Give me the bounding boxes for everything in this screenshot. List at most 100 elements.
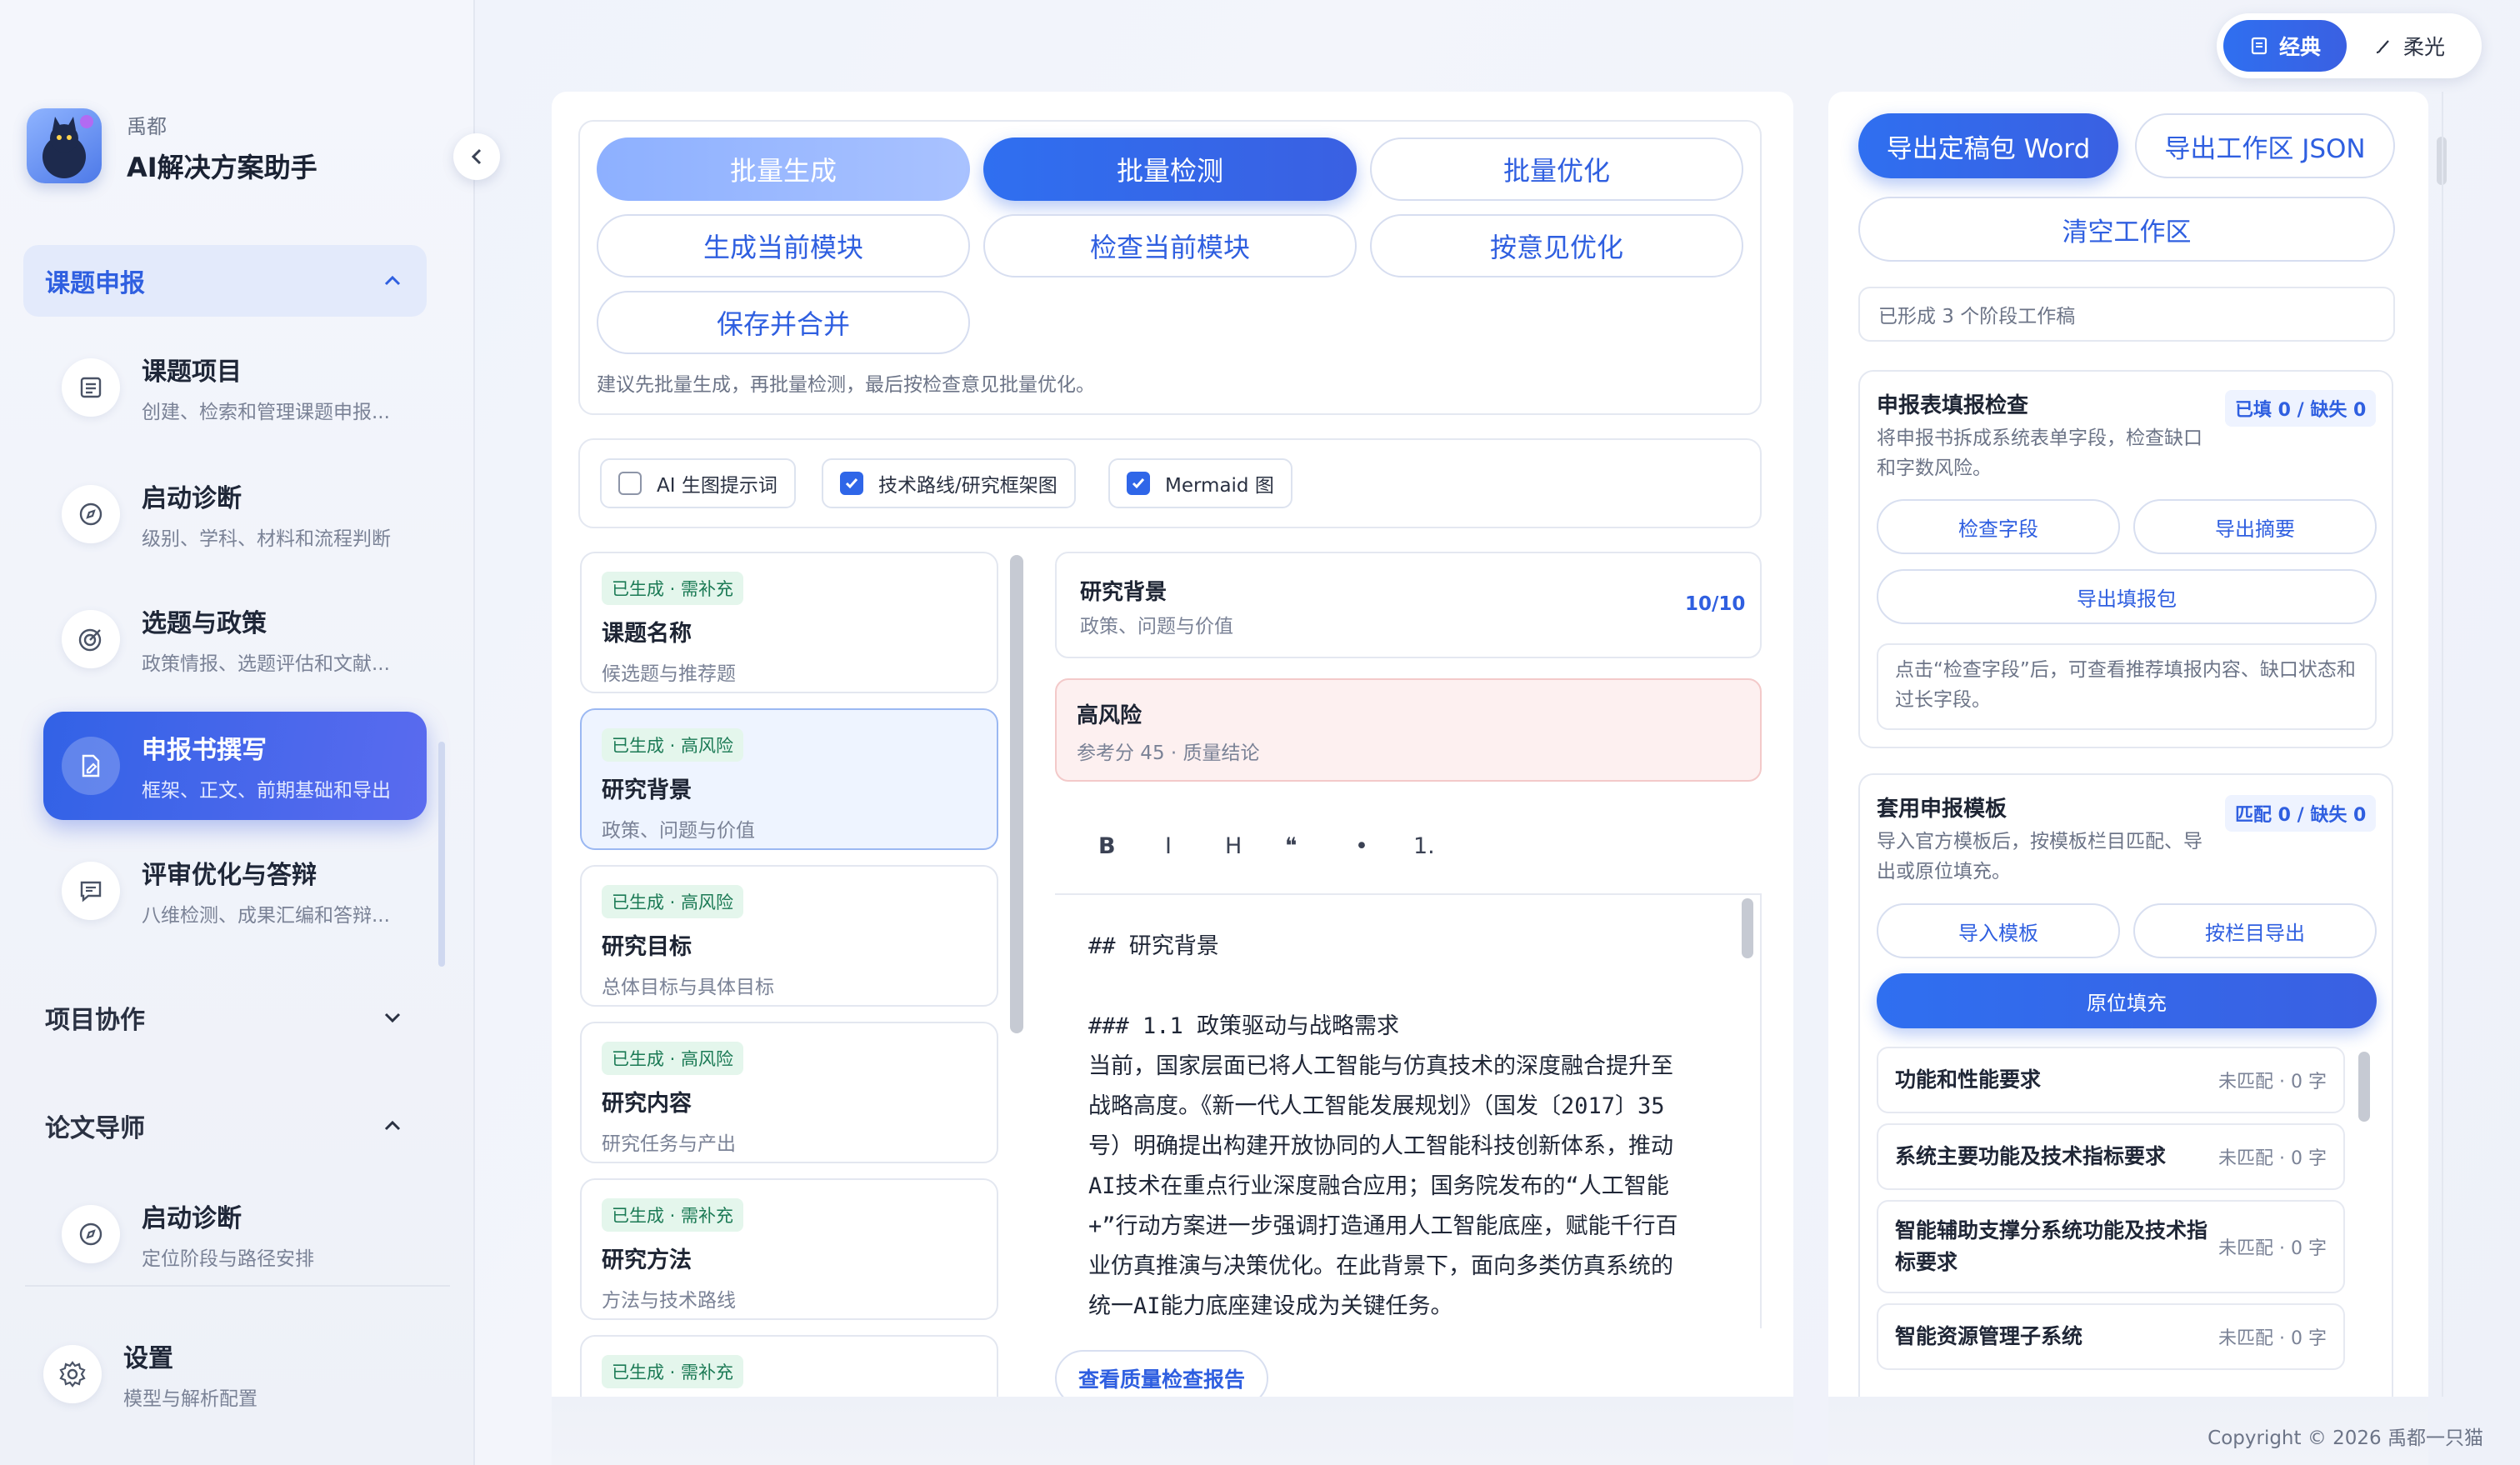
field-name: 系统主要功能及技术指标要求 xyxy=(1895,1144,2167,1168)
batch-optimize-button[interactable]: 批量优化 xyxy=(1370,138,1743,201)
theme-switch: 经典 柔光 xyxy=(2217,13,2482,78)
template-field-row[interactable]: 智能辅助支撑分系统功能及技术指标要求 未匹配 · 0 字 xyxy=(1877,1200,2345,1293)
module-card-selected[interactable]: 已生成 · 高风险 研究背景 政策、问题与价值 xyxy=(580,708,998,850)
section-title: 研究背景 xyxy=(1080,580,1168,605)
module-desc: 政策、问题与价值 xyxy=(602,820,755,842)
export-word-button[interactable]: 导出定稿包 Word xyxy=(1858,113,2118,178)
template-fields-scrollbar[interactable] xyxy=(2358,1052,2370,1122)
check-current-module-button[interactable]: 检查当前模块 xyxy=(983,214,1357,278)
option-ai-image-prompt[interactable]: AI 生图提示词 xyxy=(600,458,796,508)
batch-generate-button[interactable]: 批量生成 xyxy=(597,138,970,201)
module-desc: 研究任务与产出 xyxy=(602,1133,736,1155)
sidebar-group-collaboration[interactable]: 项目协作 xyxy=(23,982,427,1053)
quote-button[interactable]: ❝ xyxy=(1285,833,1298,859)
generate-current-module-button[interactable]: 生成当前模块 xyxy=(597,214,970,278)
nav-desc: 创建、检索和管理课题申报... xyxy=(142,402,390,423)
save-merge-button[interactable]: 保存并合并 xyxy=(597,291,970,354)
import-template-button[interactable]: 导入模板 xyxy=(1877,903,2120,958)
form-check-desc: 将申报书拆成系统表单字段，检查缺口和字数风险。 xyxy=(1877,428,2202,479)
module-card[interactable]: 已生成 · 高风险 研究目标 总体目标与具体目标 xyxy=(580,865,998,1007)
optimize-by-feedback-button[interactable]: 按意见优化 xyxy=(1370,214,1743,278)
gear-icon xyxy=(43,1345,102,1403)
bullet-list-button[interactable]: • xyxy=(1355,833,1368,859)
status-badge: 已生成 · 需补充 xyxy=(602,572,744,605)
brand-title: AI解决方案助手 xyxy=(127,152,318,183)
export-by-section-button[interactable]: 按栏目导出 xyxy=(2133,903,2377,958)
section-desc: 政策、问题与价值 xyxy=(1080,616,1233,638)
module-card[interactable]: 已生成 · 高风险 研究内容 研究任务与产出 xyxy=(580,1022,998,1163)
module-list-scrollbar[interactable] xyxy=(1010,555,1023,1033)
checkbox-checked[interactable] xyxy=(840,472,863,495)
module-card[interactable]: 已生成 · 需补充 研究方法 方法与技术路线 xyxy=(580,1178,998,1320)
sidebar-group-label: 课题申报 xyxy=(45,269,145,298)
sidebar-item-review-defense[interactable]: 评审优化与答辩 八维检测、成果汇编和答辩... xyxy=(43,837,427,945)
export-fill-pack-button[interactable]: 导出填报包 xyxy=(1877,569,2377,624)
template-tag: 匹配 0 / 缺失 0 xyxy=(2225,795,2377,832)
risk-desc: 参考分 45 · 质量结论 xyxy=(1077,742,1260,764)
field-name: 功能和性能要求 xyxy=(1895,1068,2042,1092)
checkbox[interactable] xyxy=(618,472,642,495)
option-mermaid[interactable]: Mermaid 图 xyxy=(1108,458,1292,508)
chevron-up-icon xyxy=(384,275,401,286)
sidebar-scrollbar[interactable] xyxy=(438,742,445,967)
editor-textarea[interactable]: ## 研究背景 ### 1.1 政策驱动与战略需求 当前，国家层面已将人工智能与… xyxy=(1088,927,1705,1327)
sidebar-item-settings[interactable]: 设置 模型与解析配置 xyxy=(25,1320,408,1428)
template-field-row[interactable]: 智能资源管理子系统 未匹配 · 0 字 xyxy=(1877,1303,2345,1370)
option-label: AI 生图提示词 xyxy=(657,475,778,497)
form-check-tag: 已填 0 / 缺失 0 xyxy=(2225,390,2377,427)
option-tech-roadmap[interactable]: 技术路线/研究框架图 xyxy=(822,458,1076,508)
batch-check-button[interactable]: 批量检测 xyxy=(983,138,1357,201)
field-status: 未匹配 · 0 字 xyxy=(2218,1148,2327,1169)
nav-title: 设置 xyxy=(123,1344,173,1373)
sidebar-group-thesis-mentor[interactable]: 论文导师 xyxy=(23,1090,427,1162)
checkbox-checked[interactable] xyxy=(1127,472,1150,495)
in-place-fill-button[interactable]: 原位填充 xyxy=(1877,973,2377,1028)
module-title: 研究内容 xyxy=(602,1091,692,1117)
numbered-list-button[interactable]: 1. xyxy=(1413,833,1435,859)
italic-button[interactable]: I xyxy=(1165,833,1172,859)
module-title: 课题名称 xyxy=(602,621,692,647)
check-fields-button[interactable]: 检查字段 xyxy=(1877,499,2120,554)
sidebar-group-label: 项目协作 xyxy=(45,1006,145,1035)
nav-title: 评审优化与答辩 xyxy=(142,861,317,890)
theme-classic-button[interactable]: 经典 xyxy=(2223,20,2347,72)
module-card[interactable]: 已生成 · 需补充 课题名称 候选题与推荐题 xyxy=(580,552,998,693)
field-name: 智能辅助支撑分系统功能及技术指标要求 xyxy=(1895,1218,2208,1274)
sidebar-item-topic-policy[interactable]: 选题与政策 政策情报、选题评估和文献... xyxy=(43,585,427,693)
clear-workspace-button[interactable]: 清空工作区 xyxy=(1858,197,2395,262)
field-status: 未匹配 · 0 字 xyxy=(2218,1328,2327,1349)
sidebar-group-project-application[interactable]: 课题申报 xyxy=(23,245,427,317)
template-desc: 导入官方模板后，按模板栏目匹配、导出或原位填充。 xyxy=(1877,831,2202,882)
editor-scrollbar[interactable] xyxy=(1742,898,1753,958)
risk-title: 高风险 xyxy=(1077,703,1142,728)
sidebar-item-projects[interactable]: 课题项目 创建、检索和管理课题申报... xyxy=(43,333,427,442)
sidebar: 禹都 AI解决方案助手 课题申报 课题项目 创建、检索和管理课题申报... 启动… xyxy=(0,0,475,1465)
theme-soft-button[interactable]: 柔光 xyxy=(2347,20,2472,72)
export-json-button[interactable]: 导出工作区 JSON xyxy=(2135,113,2395,178)
sidebar-item-thesis-diagnosis[interactable]: 启动诊断 定位阶段与路径安排 xyxy=(43,1180,427,1288)
bold-button[interactable]: B xyxy=(1098,833,1116,859)
check-icon xyxy=(1132,478,1145,489)
sidebar-item-proposal-writing[interactable]: 申报书撰写 框架、正文、前期基础和导出 xyxy=(43,712,427,820)
sidebar-divider xyxy=(25,1285,450,1287)
template-field-row[interactable]: 功能和性能要求 未匹配 · 0 字 xyxy=(1877,1047,2345,1113)
form-check-note: 点击“检查字段”后，可查看推荐填报内容、缺口状态和过长字段。 xyxy=(1877,643,2377,730)
status-badge: 已生成 · 需补充 xyxy=(602,1198,744,1232)
template-field-row[interactable]: 系统主要功能及技术指标要求 未匹配 · 0 字 xyxy=(1877,1123,2345,1190)
message-icon xyxy=(62,862,120,920)
heading-button[interactable]: H xyxy=(1225,833,1242,859)
sidebar-item-launch-diagnosis[interactable]: 启动诊断 级别、学科、材料和流程判断 xyxy=(43,460,427,568)
status-badge: 已生成 · 高风险 xyxy=(602,885,744,918)
target-icon xyxy=(62,610,120,668)
export-summary-button[interactable]: 导出摘要 xyxy=(2133,499,2377,554)
status-badge: 已生成 · 需补充 xyxy=(602,1355,744,1388)
module-desc: 候选题与推荐题 xyxy=(602,663,736,685)
nav-desc: 模型与解析配置 xyxy=(123,1388,258,1410)
nav-title: 选题与政策 xyxy=(142,609,267,638)
nav-title: 申报书撰写 xyxy=(142,736,267,765)
brand-subtitle: 禹都 xyxy=(127,115,167,138)
collapse-sidebar-button[interactable] xyxy=(453,133,500,180)
list-icon xyxy=(62,358,120,417)
module-card[interactable]: 已生成 · 需补充 xyxy=(580,1335,998,1397)
chevron-up-icon xyxy=(384,1120,401,1131)
